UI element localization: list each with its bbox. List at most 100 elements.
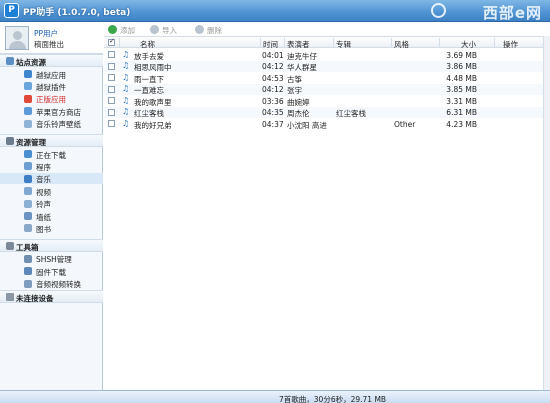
download-icon (24, 150, 32, 158)
row-checkbox[interactable] (108, 62, 115, 70)
sidebar-item-video[interactable]: 视频 (0, 185, 103, 197)
sidebar-item-label: 音频视频转换 (36, 280, 81, 290)
cell-time: 04:01 (262, 50, 284, 60)
sidebar-item-program[interactable]: 程序 (0, 160, 103, 172)
logout-link[interactable]: 稿面推出 (34, 39, 64, 50)
column-divider (333, 38, 334, 47)
device-status[interactable]: 未连接设备 (0, 290, 103, 303)
import-icon (150, 25, 159, 34)
delete-button[interactable]: 删除 (195, 24, 227, 35)
home-icon (6, 57, 14, 65)
sidebar-item-wallpaper[interactable]: 墙纸 (0, 210, 103, 222)
sidebar-item-label: 固件下载 (36, 267, 66, 277)
video-icon (24, 187, 32, 196)
cell-name: 我的好兄弟 (134, 120, 172, 130)
sidebar-item-ringtone[interactable]: 铃声 (0, 198, 103, 210)
sidebar-item-label: 越狱插件 (36, 82, 66, 92)
music-note-icon: ♫ (122, 95, 130, 105)
sidebar-item-label: 音乐铃声壁纸 (36, 120, 81, 130)
section-header-2[interactable]: 工具箱 (0, 238, 103, 252)
sidebar-item-plugin[interactable]: 越狱插件 (0, 80, 103, 92)
avatar[interactable] (5, 26, 29, 50)
table-row[interactable]: ♫ 我的好兄弟 04:37 小沈阳 高进 Other 4.23 MB (104, 118, 543, 130)
sidebar-item-shsh[interactable]: SHSH管理 (0, 253, 103, 265)
row-checkbox[interactable] (108, 97, 115, 104)
cell-time: 04:53 (262, 73, 284, 83)
vertical-scrollbar[interactable] (543, 36, 550, 390)
watermark-logo-icon (431, 3, 446, 18)
import-button-label: 导入 (162, 26, 177, 35)
app-logo-icon: P (4, 3, 19, 18)
sidebar-item-label: 铃声 (36, 200, 51, 210)
column-header-actions: 操作 (503, 39, 518, 49)
table-row[interactable]: ♫ 相思风雨中 04:12 华人群星 3.86 MB (104, 60, 543, 72)
ringtone-icon (24, 199, 32, 208)
sidebar-item-book[interactable]: 图书 (0, 222, 103, 234)
column-divider (439, 38, 440, 47)
sidebar-item-label: 程序 (36, 162, 51, 172)
sidebar-item-firmware[interactable]: 固件下载 (0, 265, 103, 277)
row-checkbox[interactable] (108, 74, 115, 81)
cell-time: 03:36 (262, 96, 284, 106)
window-title: PP助手 (1.0.7.0, beta) (23, 8, 131, 18)
cell-time: 04:35 (262, 108, 284, 117)
sidebar-item-app[interactable]: 越狱应用 (0, 68, 103, 80)
sidebar-item-label: SHSH管理 (36, 255, 72, 265)
cell-genre: Other (394, 119, 416, 129)
section-header-1[interactable]: 资源管理 (0, 134, 103, 147)
gear-icon (6, 137, 14, 145)
row-checkbox[interactable] (108, 51, 115, 58)
column-divider (494, 38, 495, 47)
select-all-checkbox[interactable] (108, 37, 115, 46)
device-icon (6, 293, 14, 301)
sidebar-item-download[interactable]: 正在下载 (0, 148, 103, 160)
table-row[interactable]: ♫ 雨一直下 04:53 古筝 4.48 MB (104, 72, 543, 84)
cell-size: 4.23 MB (446, 119, 477, 129)
table-header: 名称 时间 表演者 专辑 风格 大小 操作 (104, 36, 543, 50)
table-row[interactable]: ♫ 一直难忘 04:12 张宇 3.85 MB (104, 83, 543, 95)
column-header-time[interactable]: 时间 (263, 39, 278, 50)
plugin-icon (24, 82, 32, 91)
delete-icon (195, 25, 204, 34)
section-header-0[interactable]: 站点资源 (0, 54, 103, 67)
cell-time: 04:12 (262, 62, 284, 71)
sidebar-item-convert[interactable]: 音频视频转换 (0, 278, 103, 290)
row-checkbox[interactable] (108, 85, 115, 93)
table-row[interactable]: ♫ 我的歌声里 03:36 曲婉婷 3.31 MB (104, 95, 543, 107)
column-header-artist[interactable]: 表演者 (287, 39, 310, 50)
music-table: 名称 时间 表演者 专辑 风格 大小 操作 ♫放手去爱04:01迪克牛仔3.69… (104, 36, 550, 390)
column-divider (260, 38, 261, 47)
sidebar-item-music[interactable]: 音乐铃声壁纸 (0, 118, 103, 130)
cell-artist: 小沈阳 高进 (287, 120, 327, 130)
column-divider (119, 38, 120, 47)
watermark-text: 西部e网 (482, 4, 542, 22)
column-header-size[interactable]: 大小 (461, 39, 476, 50)
sidebar-item-music-note[interactable]: 音乐 (0, 172, 103, 185)
add-button[interactable]: 添加 (108, 24, 140, 35)
table-row[interactable]: ♫ 放手去爱 04:01 迪克牛仔 3.69 MB (104, 49, 543, 61)
row-checkbox[interactable] (108, 120, 115, 127)
firmware-icon (24, 267, 32, 276)
column-header-album[interactable]: 专辑 (336, 39, 351, 50)
music-note-icon: ♫ (122, 118, 130, 128)
section-title: 工具箱 (16, 242, 39, 252)
cell-size: 6.31 MB (446, 108, 477, 117)
column-divider (391, 38, 392, 47)
row-checkbox[interactable] (108, 108, 115, 116)
plus-icon (108, 25, 117, 34)
user-name[interactable]: PP用户 (34, 28, 58, 39)
table-row[interactable]: ♫ 红尘客栈 04:35 周杰伦 红尘客栈 6.31 MB (104, 106, 543, 118)
program-icon (24, 162, 32, 171)
column-header-genre[interactable]: 风格 (394, 39, 409, 50)
sidebar-item-apple[interactable]: 正版应用 (0, 93, 103, 105)
sidebar-item-label: 苹果官方商店 (36, 107, 81, 117)
sidebar-item-store[interactable]: 苹果官方商店 (0, 105, 103, 117)
section-title: 资源管理 (16, 138, 46, 147)
column-header-name[interactable]: 名称 (140, 39, 155, 50)
add-button-label: 添加 (120, 26, 135, 35)
import-button[interactable]: 导入 (150, 24, 182, 35)
store-icon (24, 107, 32, 116)
sidebar-item-label: 正版应用 (36, 95, 66, 105)
music-note-icon: ♫ (122, 49, 130, 59)
music-note-icon (24, 174, 32, 183)
